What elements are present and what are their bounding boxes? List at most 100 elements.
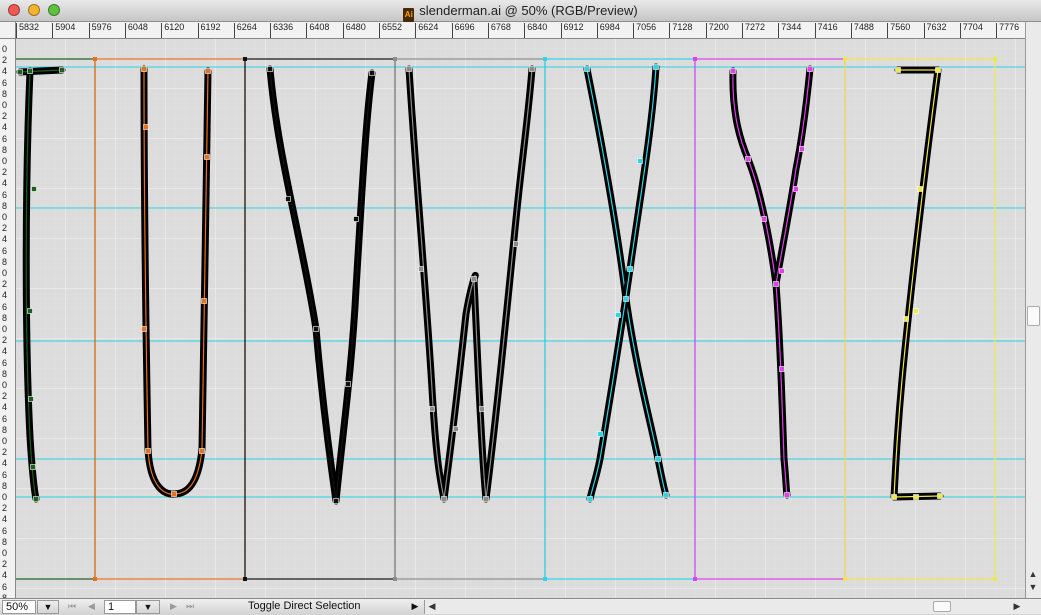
anchor-point[interactable] [663, 492, 669, 498]
bounding-box-handle[interactable] [693, 577, 697, 581]
anchor-point[interactable] [584, 66, 590, 72]
next-artboard-icon[interactable]: ▶ [170, 600, 177, 614]
anchor-point[interactable] [33, 496, 39, 502]
vertical-scrollbar[interactable]: ▲ ▼ [1025, 22, 1041, 598]
anchor-point[interactable] [637, 158, 643, 164]
anchor-point[interactable] [205, 68, 211, 74]
anchor-point[interactable] [31, 186, 37, 192]
anchor-point[interactable] [597, 431, 603, 437]
anchor-point[interactable] [937, 493, 943, 499]
anchor-point[interactable] [145, 448, 151, 454]
anchor-point[interactable] [784, 492, 790, 498]
bounding-box-handle[interactable] [993, 57, 997, 61]
bounding-box-handle[interactable] [843, 57, 847, 61]
bounding-box-handle[interactable] [93, 577, 97, 581]
horizontal-ruler[interactable]: 5832 5904 5976 6048 6120 6192 6264 6336 6408 6480… [16, 22, 1025, 39]
anchor-point[interactable] [917, 186, 923, 192]
anchor-point[interactable] [745, 156, 751, 162]
anchor-point[interactable] [204, 154, 210, 160]
bounding-box-handle[interactable] [393, 577, 397, 581]
title-bar: Ai slenderman.ai @ 50% (RGB/Preview) [0, 0, 1041, 22]
anchor-point[interactable] [429, 406, 435, 412]
anchor-point[interactable] [779, 268, 785, 274]
ruler-origin-corner[interactable] [0, 22, 16, 39]
bounding-box-handle[interactable] [243, 577, 247, 581]
anchor-point[interactable] [369, 70, 375, 76]
bounding-box-handle[interactable] [243, 57, 247, 61]
anchor-point[interactable] [313, 326, 319, 332]
anchor-point[interactable] [201, 298, 207, 304]
anchor-point[interactable] [171, 491, 177, 497]
artboard-dropdown-icon[interactable]: ▼ [136, 600, 160, 614]
anchor-point[interactable] [773, 281, 779, 287]
anchor-point[interactable] [895, 67, 901, 73]
bounding-box-handle[interactable] [843, 577, 847, 581]
anchor-point[interactable] [333, 498, 339, 504]
horizontal-scrollbar[interactable]: ◀ ▶ [424, 600, 1041, 614]
zoom-dropdown-icon[interactable]: ▼ [37, 600, 59, 614]
bounding-box-handle[interactable] [543, 57, 547, 61]
scroll-down-arrow-icon[interactable]: ▼ [1026, 582, 1040, 592]
anchor-point[interactable] [587, 496, 593, 502]
anchor-point[interactable] [807, 66, 813, 72]
anchor-point[interactable] [406, 66, 412, 72]
anchor-point[interactable] [779, 366, 785, 372]
vertical-scroll-thumb[interactable] [1027, 306, 1040, 326]
anchor-point[interactable] [353, 216, 359, 222]
anchor-point[interactable] [653, 64, 659, 70]
anchor-point[interactable] [913, 494, 919, 500]
anchor-point[interactable] [285, 196, 291, 202]
anchor-point[interactable] [471, 276, 477, 282]
anchor-point[interactable] [513, 241, 519, 247]
anchor-point[interactable] [27, 68, 33, 74]
anchor-point[interactable] [903, 316, 909, 322]
anchor-point[interactable] [141, 326, 147, 332]
anchor-point[interactable] [59, 67, 65, 73]
anchor-point[interactable] [30, 464, 36, 470]
anchor-point[interactable] [627, 266, 633, 272]
status-menu-arrow-icon[interactable]: ▶ [408, 600, 422, 614]
anchor-point[interactable] [345, 381, 351, 387]
bounding-box-handle[interactable] [693, 57, 697, 61]
anchor-point[interactable] [799, 146, 805, 152]
anchor-point[interactable] [913, 308, 919, 314]
anchor-point[interactable] [199, 448, 205, 454]
anchor-point[interactable] [267, 66, 273, 72]
artboard-number-field[interactable]: 1 [104, 600, 136, 614]
anchor-point[interactable] [479, 406, 485, 412]
anchor-point[interactable] [28, 396, 34, 402]
bounding-box-handle[interactable] [543, 577, 547, 581]
horizontal-scroll-thumb[interactable] [933, 601, 951, 612]
ruler-tick-label: 6408 [306, 23, 329, 38]
anchor-point[interactable] [793, 186, 799, 192]
anchor-point[interactable] [655, 456, 661, 462]
scroll-up-arrow-icon[interactable]: ▲ [1026, 569, 1040, 579]
anchor-point[interactable] [27, 308, 33, 314]
anchor-point[interactable] [441, 496, 447, 502]
anchor-point[interactable] [935, 67, 941, 73]
anchor-point[interactable] [529, 66, 535, 72]
anchor-point[interactable] [891, 494, 897, 500]
last-artboard-icon[interactable]: ⏭ [186, 600, 194, 614]
bounding-box-handle[interactable] [93, 57, 97, 61]
anchor-point[interactable] [17, 69, 23, 75]
anchor-point[interactable] [141, 66, 147, 72]
anchor-point[interactable] [483, 496, 489, 502]
vertical-ruler[interactable]: 0246802468024680246802468024680246802468… [0, 39, 16, 598]
ruler-tick-label: 6336 [270, 23, 293, 38]
artboard-canvas[interactable] [10, 39, 1025, 598]
bounding-box-handle[interactable] [993, 577, 997, 581]
first-artboard-icon[interactable]: ⏮ [68, 600, 76, 614]
anchor-point[interactable] [730, 68, 736, 74]
scroll-right-arrow-icon[interactable]: ▶ [1010, 601, 1024, 612]
bounding-box-handle[interactable] [393, 57, 397, 61]
anchor-point[interactable] [418, 266, 424, 272]
anchor-point[interactable] [615, 312, 621, 318]
anchor-point[interactable] [143, 124, 149, 130]
scroll-left-arrow-icon[interactable]: ◀ [425, 601, 439, 612]
previous-artboard-icon[interactable]: ◀ [88, 600, 95, 614]
zoom-level-field[interactable]: 50% [2, 600, 36, 614]
anchor-point[interactable] [761, 216, 767, 222]
anchor-point[interactable] [453, 426, 459, 432]
anchor-point[interactable] [623, 296, 629, 302]
